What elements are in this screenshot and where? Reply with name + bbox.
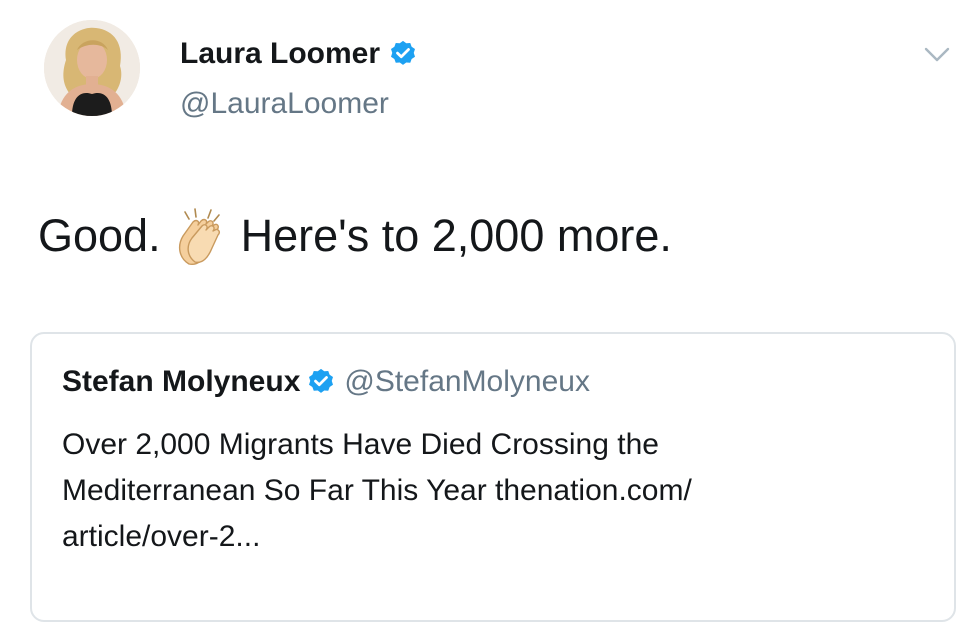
quoted-author-handle[interactable]: @StefanMolyneux <box>344 364 590 400</box>
chevron-down-icon[interactable] <box>924 46 950 64</box>
author-name-row[interactable]: Laura Loomer <box>180 36 418 72</box>
verified-badge-icon <box>309 368 334 393</box>
quoted-author-name[interactable]: Stefan Molyneux <box>62 364 300 400</box>
clapping-hands-icon <box>178 208 220 265</box>
tweet-text-before: Good. <box>38 210 161 261</box>
verified-badge-icon <box>391 40 416 65</box>
quoted-tweet-card[interactable]: Stefan Molyneux @StefanMolyneux Over 2,0… <box>30 332 956 622</box>
avatar-photo <box>44 20 140 116</box>
quoted-text-line: article/over-2... <box>62 520 261 553</box>
quoted-text-line: Over 2,000 Migrants Have Died Crossing t… <box>62 428 659 461</box>
tweet-text: Good. Here's to 2,000 more. <box>38 206 672 266</box>
quoted-tweet-text: Over 2,000 Migrants Have Died Crossing t… <box>62 422 942 560</box>
author-name[interactable]: Laura Loomer <box>180 36 380 72</box>
quoted-text-line: Mediterranean So Far This Year thenation… <box>62 474 692 507</box>
quoted-tweet-header: Stefan Molyneux @StefanMolyneux <box>62 364 590 400</box>
tweet-text-after: Here's to 2,000 more. <box>240 210 672 261</box>
avatar[interactable] <box>44 20 140 116</box>
author-handle[interactable]: @LauraLoomer <box>180 86 389 122</box>
